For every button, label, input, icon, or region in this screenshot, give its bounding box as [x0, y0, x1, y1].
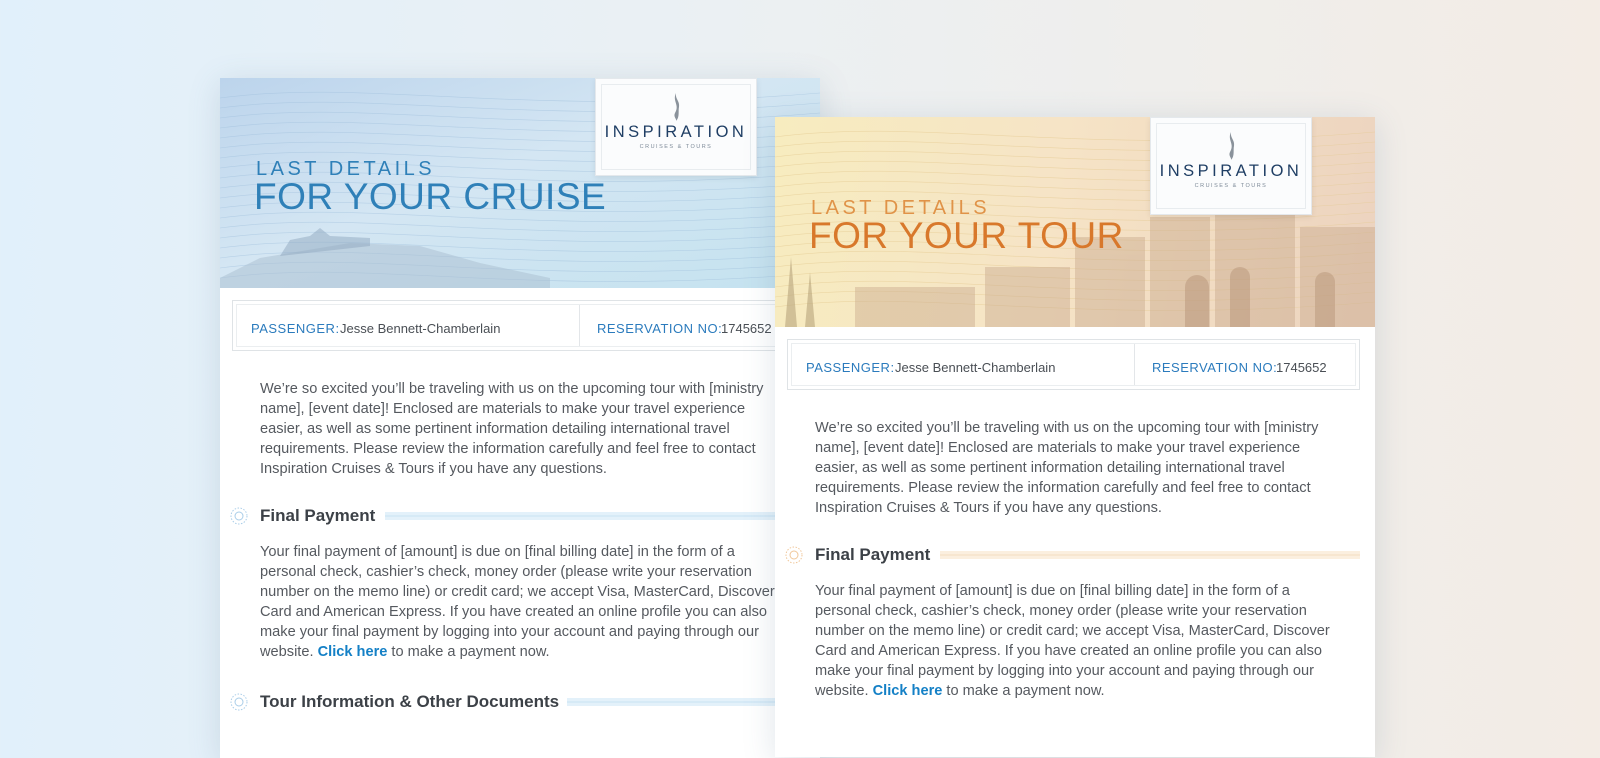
tour-header-banner: INSPIRATION CRUISES & TOURS LAST DETAILS…: [775, 117, 1375, 327]
tour-info-title: Tour Information & Other Documents: [260, 692, 560, 711]
passenger-label: PASSENGER:: [806, 360, 895, 375]
final-payment-paragraph: Your final payment of [amount] is due on…: [815, 581, 1335, 701]
payment-link[interactable]: Click here: [318, 644, 388, 660]
passenger-name: Jesse Bennett-Chamberlain: [895, 360, 1056, 375]
tour-info-heading: Tour Information & Other Documents: [220, 692, 820, 712]
final-payment-title: Final Payment: [815, 545, 931, 564]
payment-link-suffix: to make a payment now.: [387, 644, 550, 660]
intro-paragraph: We’re so excited you’ll be traveling wit…: [815, 420, 1319, 516]
brand-tagline: CRUISES & TOURS: [1194, 183, 1268, 189]
final-payment-paragraph: Your final payment of [amount] is due on…: [260, 542, 780, 662]
reservation-number: 1745652: [721, 321, 772, 336]
cruise-headline: FOR YOUR CRUISE: [254, 176, 607, 217]
final-payment-heading: Final Payment: [775, 545, 1375, 565]
flame-icon: [1229, 132, 1235, 160]
passenger-label: PASSENGER:: [251, 321, 340, 336]
sunburst-icon: [785, 546, 803, 564]
passenger-info-bar: PASSENGER: Jesse Bennett-Chamberlain RES…: [787, 339, 1360, 390]
brand-name: INSPIRATION: [1159, 162, 1303, 180]
reservation-number: 1745652: [1276, 360, 1327, 375]
brand-logo[interactable]: INSPIRATION CRUISES & TOURS: [1150, 117, 1312, 215]
reservation-label: RESERVATION NO:: [1152, 360, 1278, 375]
final-payment-text: Your final payment of [amount] is due on…: [815, 583, 1330, 699]
payment-link[interactable]: Click here: [873, 683, 943, 699]
sunburst-icon: [230, 507, 248, 525]
section-divider: [385, 512, 820, 520]
final-payment-text: Your final payment of [amount] is due on…: [260, 544, 775, 660]
passenger-info-bar: PASSENGER: Jesse Bennett-Chamberlain RES…: [232, 300, 805, 351]
brand-logo[interactable]: INSPIRATION CRUISES & TOURS: [595, 78, 757, 176]
brand-name: INSPIRATION: [604, 123, 748, 141]
sunburst-icon: [230, 693, 248, 711]
final-payment-heading: Final Payment: [220, 506, 820, 526]
final-payment-title: Final Payment: [260, 506, 376, 525]
intro-paragraph: We’re so excited you’ll be traveling wit…: [260, 381, 764, 477]
reservation-label: RESERVATION NO:: [597, 321, 723, 336]
section-divider: [940, 551, 1360, 559]
brand-tagline: CRUISES & TOURS: [639, 144, 713, 150]
passenger-name: Jesse Bennett-Chamberlain: [340, 321, 501, 336]
flame-icon: [674, 93, 680, 121]
tour-document-card: INSPIRATION CRUISES & TOURS LAST DETAILS…: [775, 117, 1375, 757]
tour-headline: FOR YOUR TOUR: [809, 215, 1124, 256]
cruise-document-card: INSPIRATION CRUISES & TOURS LAST DETAILS…: [220, 78, 820, 758]
payment-link-suffix: to make a payment now.: [942, 683, 1105, 699]
cruise-header-banner: INSPIRATION CRUISES & TOURS LAST DETAILS…: [220, 78, 820, 288]
